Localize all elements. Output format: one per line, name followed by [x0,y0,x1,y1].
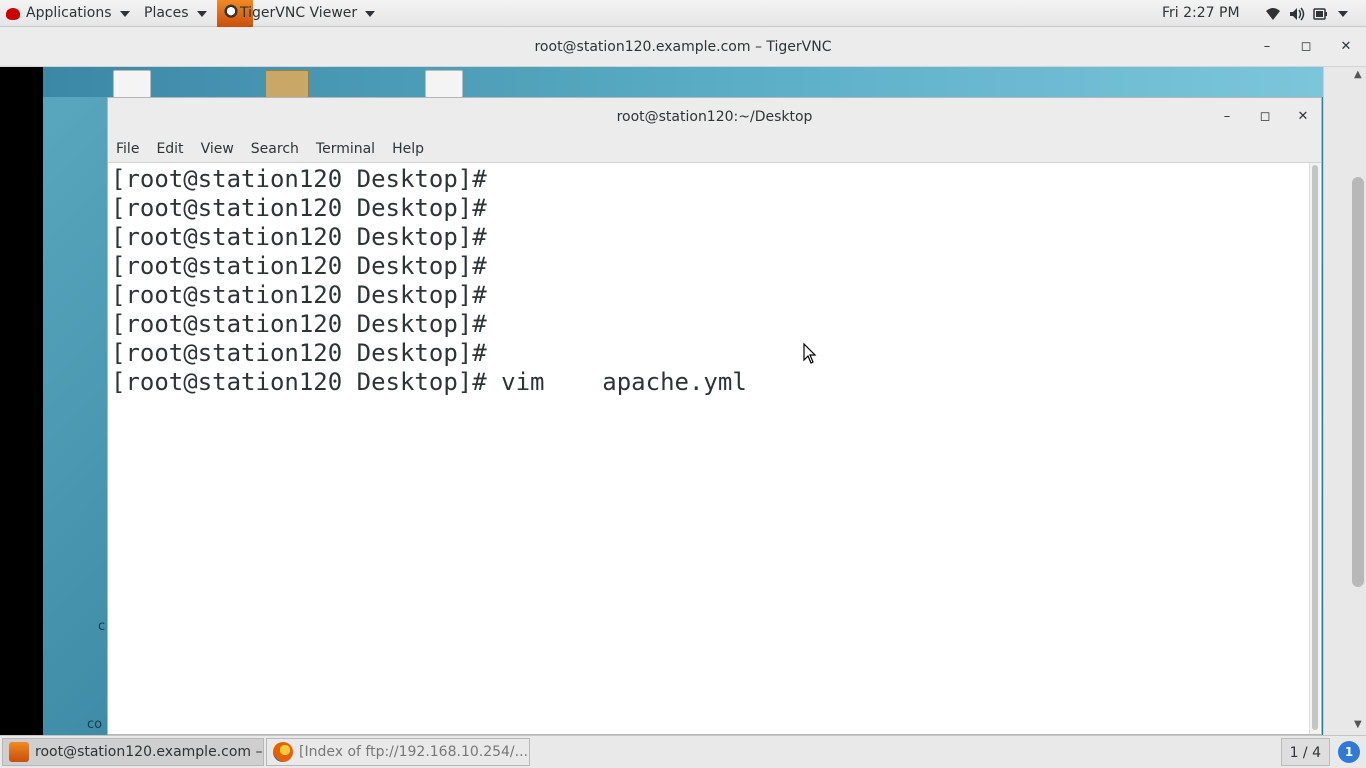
scroll-down-icon[interactable]: ▼ [1354,719,1362,730]
terminal-line: [root@station120 Desktop]# [111,339,487,367]
menu-file[interactable]: File [108,136,148,162]
wifi-icon [1266,7,1280,20]
clock[interactable]: Fri 2:27 PM [1162,0,1240,27]
firefox-icon [273,742,293,762]
desktop-file-icon[interactable] [113,70,151,98]
scroll-up-icon[interactable]: ▲ [1354,69,1362,80]
terminal-scrollbar-thumb[interactable] [1312,165,1318,730]
terminal-minimize-button[interactable]: – [1213,98,1241,136]
desktop-file-icon[interactable] [425,70,463,98]
volume-icon [1290,7,1305,20]
terminal-line: [root@station120 Desktop]# [111,223,487,251]
vnc-close-button[interactable]: ✕ [1331,27,1361,67]
menu-edit[interactable]: Edit [148,136,192,162]
terminal-command-line: [root@station120 Desktop]# vim apache.ym… [111,368,747,396]
battery-icon [1313,7,1327,20]
taskbar-item-firefox[interactable]: [Index of ftp://192.168.10.254/... [266,738,530,766]
terminal-scrollbar[interactable] [1309,163,1320,734]
taskbar-item-label: root@station120.example.com – ... [35,744,264,760]
menu-view[interactable]: View [193,136,243,162]
vnc-maximize-button[interactable]: ◻ [1291,27,1321,67]
desktop-icon-label: c [98,619,106,634]
mouse-pointer-icon [803,343,817,364]
clock-label: Fri 2:27 PM [1162,5,1240,21]
top-bar: Applications Places TigerVNC Viewer Fri … [0,0,1366,27]
terminal-line: [root@station120 Desktop]# [111,252,487,280]
places-label: Places [144,5,189,21]
places-menu[interactable]: Places [144,0,207,27]
terminal-line: [root@station120 Desktop]# [111,165,487,193]
terminal-line: [root@station120 Desktop]# [111,194,487,222]
tigervnc-icon [9,742,29,762]
menu-terminal[interactable]: Terminal [308,136,384,162]
chevron-down-icon [1338,10,1348,17]
scrollbar-thumb[interactable] [1352,177,1364,587]
terminal-output[interactable]: [root@station120 Desktop]# [root@station… [108,163,1311,734]
active-app-menu[interactable]: TigerVNC Viewer [240,0,376,27]
active-app-label: TigerVNC Viewer [240,5,358,21]
taskbar: root@station120.example.com – ... [Index… [0,735,1366,768]
taskbar-item-tigervnc[interactable]: root@station120.example.com – ... [2,738,264,766]
menu-help[interactable]: Help [384,136,433,162]
vnc-vertical-scrollbar[interactable]: ▲ ▼ [1323,67,1366,735]
terminal-menubar: File Edit View Search Terminal Help [108,136,1321,163]
desktop-folder-icon[interactable] [265,70,309,98]
redhat-logo-icon [6,7,20,20]
terminal-line: [root@station120 Desktop]# [111,281,487,309]
terminal-maximize-button[interactable]: ◻ [1251,98,1279,136]
desktop-icon-label: co [87,717,103,732]
terminal-close-button[interactable]: ✕ [1289,98,1317,136]
vnc-minimize-button[interactable]: – [1252,27,1282,67]
chevron-down-icon [119,10,130,17]
system-status-area[interactable] [1264,0,1348,27]
terminal-title: root@station120:~/Desktop [616,109,813,125]
desktop-wallpaper-band [43,67,1323,97]
vnc-window-title: root@station120.example.com – TigerVNC [534,39,832,55]
applications-menu[interactable]: Applications [6,0,130,27]
menu-search[interactable]: Search [243,136,308,162]
chevron-down-icon [365,10,376,17]
vnc-window-titlebar[interactable]: root@station120.example.com – TigerVNC –… [0,27,1366,67]
notification-badge[interactable]: 1 [1338,741,1360,763]
workspace-pager[interactable]: 1 / 4 [1280,738,1330,766]
terminal-line: [root@station120 Desktop]# [111,310,487,338]
chevron-down-icon [196,10,207,17]
terminal-titlebar[interactable]: root@station120:~/Desktop – ◻ ✕ [108,98,1321,136]
taskbar-item-label: [Index of ftp://192.168.10.254/... [299,744,529,760]
terminal-window[interactable]: root@station120:~/Desktop – ◻ ✕ File Edi… [107,97,1322,735]
applications-label: Applications [26,5,112,21]
